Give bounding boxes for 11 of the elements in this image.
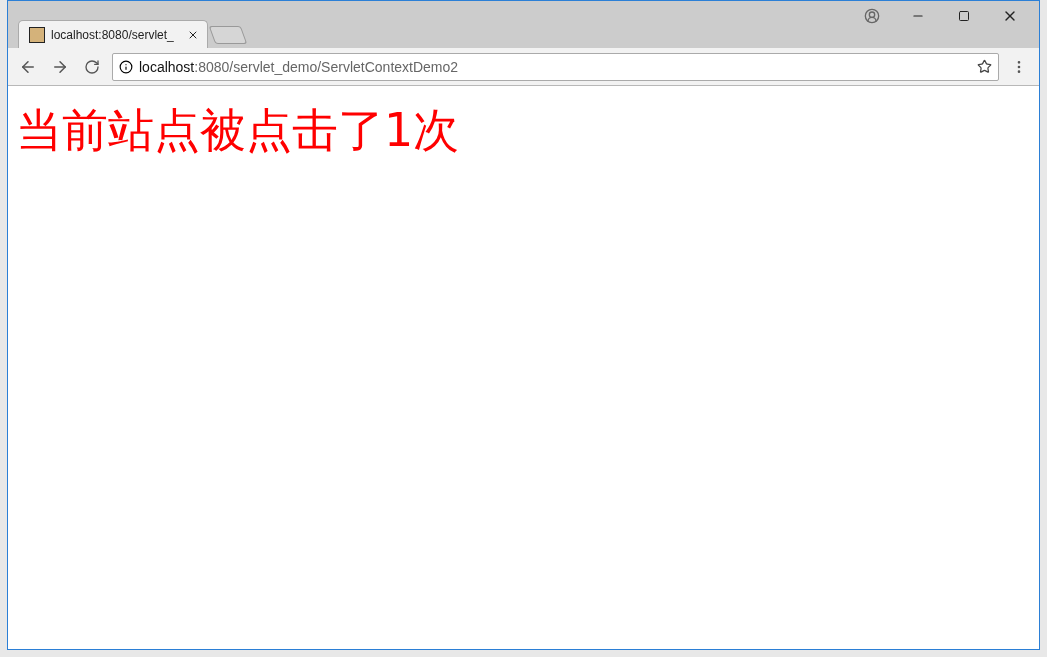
tab-title: localhost:8080/servlet_ [51,27,175,42]
profile-icon [864,8,880,24]
url-text: localhost:8080/servlet_demo/ServletContextDemo2 [139,58,460,75]
maximize-icon [958,10,970,22]
bookmark-star-icon[interactable] [977,59,992,74]
favicon-icon [29,26,45,43]
browser-tab[interactable]: localhost:8080/servlet_ [18,20,208,48]
address-bar[interactable]: localhost:8080/servlet_demo/ServletContextDemo2 [112,52,999,81]
info-icon[interactable] [119,59,133,74]
reload-icon [84,58,100,75]
page-heading: 当前站点被点击了1次 [16,102,461,159]
